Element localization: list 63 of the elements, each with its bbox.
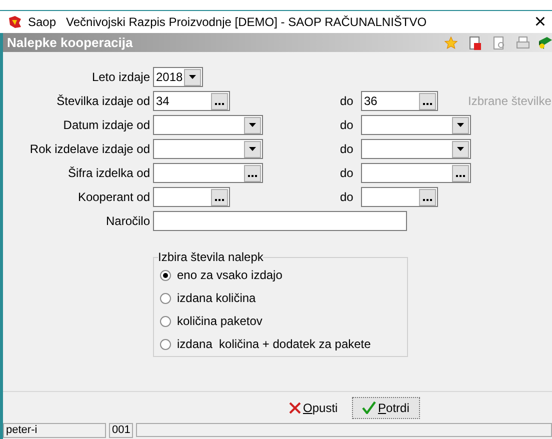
lookup-field[interactable]: 34: [153, 91, 230, 111]
to-label: do: [340, 141, 354, 158]
cancel-button[interactable]: Opusti: [285, 396, 342, 418]
printer-icon[interactable]: [516, 36, 530, 50]
caret-icon: [189, 75, 196, 79]
radio-button[interactable]: [160, 338, 171, 350]
lookup-field[interactable]: [361, 187, 438, 207]
app-logo-icon: [8, 15, 22, 29]
caret-icon: [457, 123, 464, 127]
header-title: Nalepke kooperacija: [7, 34, 133, 52]
field-label: Številka izdaje od: [56, 93, 151, 110]
ellipsis-button[interactable]: [419, 188, 436, 206]
dropdown-field[interactable]: 2018: [153, 67, 203, 87]
status-field: peter-i: [3, 423, 106, 438]
ellipsis-button[interactable]: [211, 188, 228, 206]
close-button[interactable]: ×: [528, 12, 552, 32]
to-label: do: [340, 189, 354, 206]
lookup-field[interactable]: [361, 163, 471, 183]
ellipsis-button[interactable]: [244, 164, 261, 182]
input-field[interactable]: [153, 211, 407, 231]
lookup-field[interactable]: [153, 187, 230, 207]
caret-icon: [457, 147, 464, 151]
field-label: Šifra izdelka od: [66, 165, 151, 182]
dropdown-field[interactable]: [361, 139, 471, 159]
star-icon[interactable]: [444, 36, 458, 50]
close-icon: [289, 402, 301, 414]
ellipsis-button[interactable]: [419, 92, 436, 110]
radio-option[interactable]: izdana količina + dodatek za pakete: [160, 336, 401, 352]
dropdown-button[interactable]: [452, 116, 469, 134]
field-label: Naročilo: [104, 213, 151, 230]
to-label: do: [340, 93, 354, 110]
window-title: Saop Večnivojski Razpis Proizvodnje [DEMO] - SAOP RAČUNALNIŠTVO: [28, 14, 427, 31]
ellipsis-button[interactable]: [452, 164, 469, 182]
confirm-button[interactable]: Potrdi: [352, 396, 420, 418]
to-label: do: [340, 117, 354, 134]
status-field: 001: [109, 423, 133, 438]
to-label: do: [340, 165, 354, 182]
field-label: Kooperant od: [76, 189, 151, 206]
radio-button[interactable]: [160, 292, 171, 304]
preview-icon[interactable]: [492, 36, 506, 50]
group-title: Izbira števila nalepk: [158, 249, 264, 266]
checkmark-icon: [362, 401, 376, 414]
radio-option[interactable]: izdana količina: [160, 290, 401, 306]
radio-button[interactable]: [160, 270, 171, 280]
radio-option[interactable]: količina paketov: [160, 313, 401, 329]
lookup-field[interactable]: 36: [361, 91, 438, 111]
field-label: Leto izdaje: [90, 69, 151, 86]
radio-button[interactable]: [160, 316, 171, 326]
radio-option[interactable]: eno za vsako izdajo: [160, 267, 401, 283]
dropdown-button[interactable]: [184, 68, 201, 86]
field-label: Datum izdaje od: [62, 117, 151, 134]
dropdown-button[interactable]: [452, 140, 469, 158]
dropdown-field[interactable]: [361, 115, 471, 135]
caret-icon: [249, 147, 256, 151]
ellipsis-button[interactable]: [211, 92, 228, 110]
dropdown-button[interactable]: [244, 116, 261, 134]
caret-icon: [249, 123, 256, 127]
lookup-field[interactable]: [153, 163, 263, 183]
field-label: Rok izdelave izdaje od: [28, 141, 151, 158]
dropdown-field[interactable]: [153, 139, 263, 159]
delete-document-icon[interactable]: [468, 36, 482, 50]
dropdown-button[interactable]: [244, 140, 261, 158]
dropdown-field[interactable]: [153, 115, 263, 135]
